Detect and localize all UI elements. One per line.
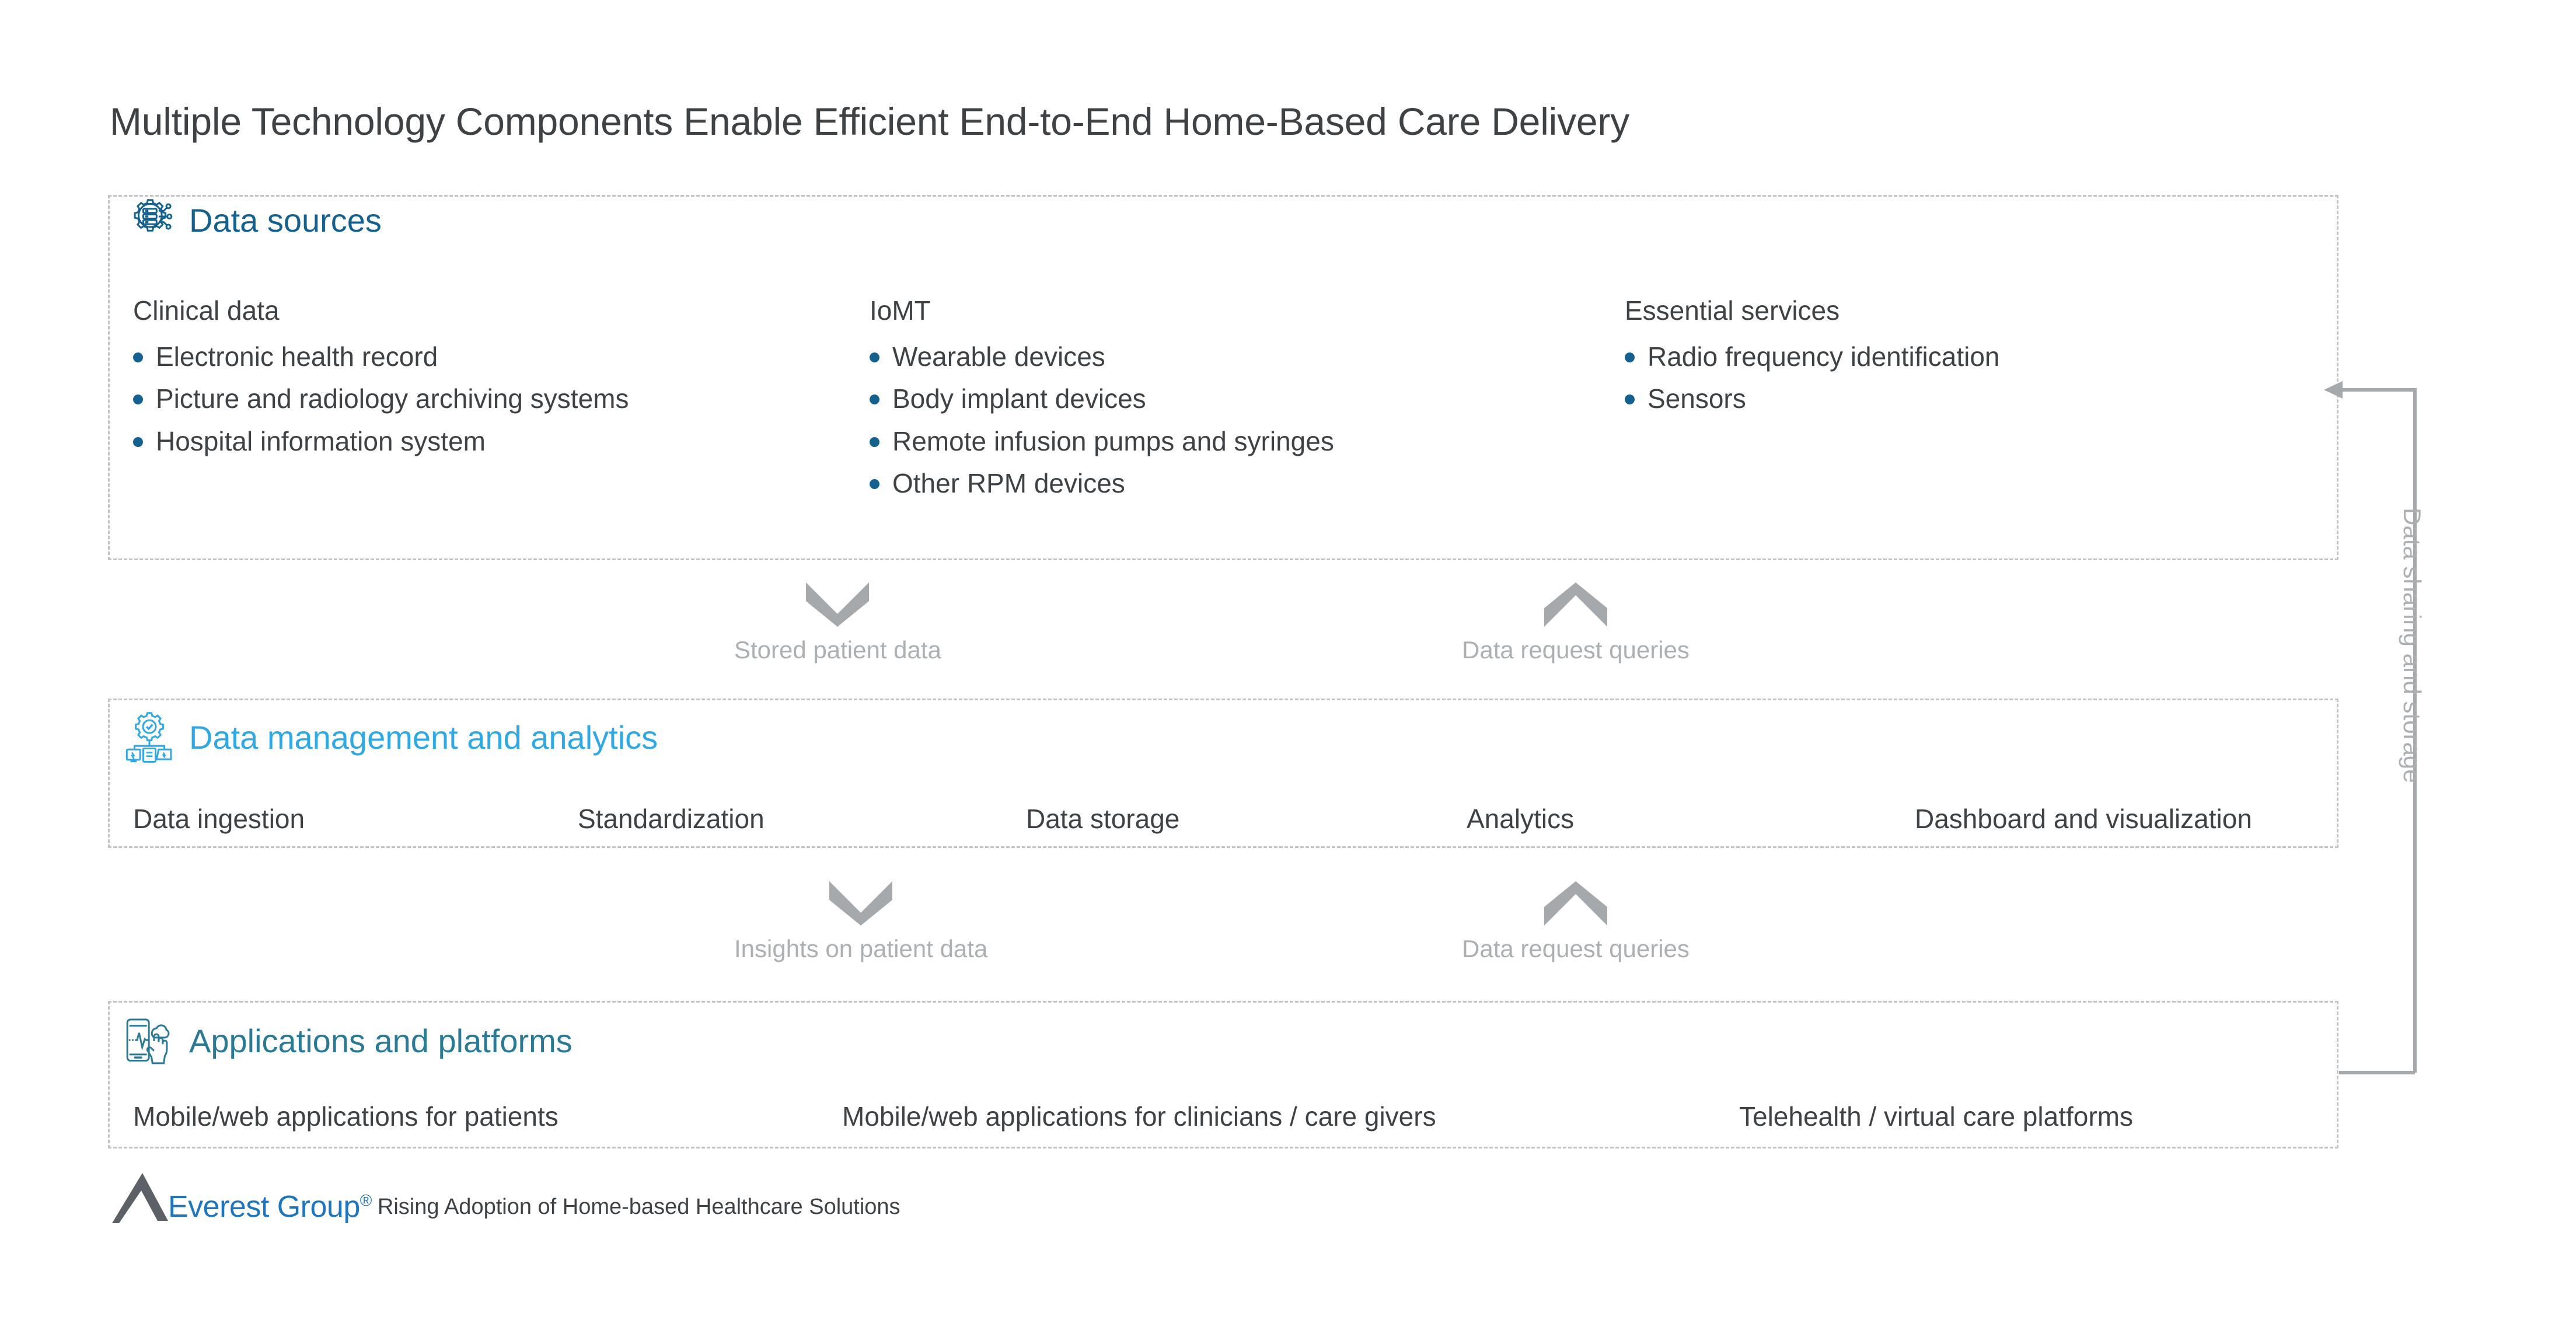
footer-note: Rising Adoption of Home-based Healthcare… <box>377 1195 900 1219</box>
column-clinical-data: Clinical data Electronic health record P… <box>133 295 629 468</box>
bullet-icon <box>870 352 879 362</box>
footer: Everest Group® Rising Adoption of Home-b… <box>112 1171 900 1224</box>
list-item: Electronic health record <box>133 341 629 372</box>
column-iomt: IoMT Wearable devices Body implant devic… <box>870 295 1334 510</box>
list-item: Standardization <box>578 804 765 834</box>
bullet-icon <box>870 479 879 490</box>
slide-canvas: Multiple Technology Components Enable Ef… <box>0 0 2576 1344</box>
list-item: Mobile/web applications for clinicians /… <box>842 1101 1436 1132</box>
mobile-vitals-touch-icon <box>124 1015 175 1067</box>
everest-group-wordmark: Everest Group® <box>168 1192 372 1222</box>
list-item: Other RPM devices <box>870 468 1334 499</box>
flow-data-request-queries-top: Data request queries <box>1462 581 1690 664</box>
page-title: Multiple Technology Components Enable Ef… <box>110 100 1629 143</box>
list-item: Body implant devices <box>870 383 1334 414</box>
bullet-icon <box>133 437 143 447</box>
column-title: IoMT <box>870 295 931 326</box>
registered-mark-icon: ® <box>359 1191 372 1210</box>
list-item: Remote infusion pumps and syringes <box>870 426 1334 457</box>
list-item: Mobile/web applications for patients <box>133 1101 559 1132</box>
flow-label: Stored patient data <box>734 636 941 664</box>
column-title: Essential services <box>1625 295 1840 326</box>
column-title: Clinical data <box>133 295 280 326</box>
gear-database-circuit-icon <box>124 195 175 246</box>
flow-insights-on-patient-data: Insights on patient data <box>734 880 987 963</box>
bullet-icon <box>870 395 879 405</box>
flow-stored-patient-data: Stored patient data <box>734 581 941 664</box>
bullet-icon <box>870 437 879 447</box>
applications-header: Applications and platforms <box>124 1015 573 1067</box>
chevron-up-icon <box>1543 581 1608 628</box>
chevron-up-icon <box>1543 880 1608 927</box>
bullet-icon <box>1625 395 1635 405</box>
list-item: Dashboard and visualization <box>1915 804 2252 834</box>
list-item: Data storage <box>1026 804 1180 834</box>
bullet-icon <box>133 395 143 405</box>
flow-label: Data request queries <box>1462 636 1690 664</box>
bullet-icon <box>133 352 143 362</box>
everest-group-logo-icon <box>112 1171 170 1224</box>
list-item: Telehealth / virtual care platforms <box>1739 1101 2133 1132</box>
gear-check-devices-icon <box>124 712 175 763</box>
data-sharing-label: Data sharing and storage <box>2399 508 2426 783</box>
flow-data-request-queries-bottom: Data request queries <box>1462 880 1690 963</box>
list-item: Hospital information system <box>133 426 629 457</box>
list-item: Wearable devices <box>870 341 1334 372</box>
data-sources-title: Data sources <box>189 202 382 239</box>
bullet-icon <box>1625 352 1635 362</box>
data-sources-header: Data sources <box>124 195 382 246</box>
flow-label: Insights on patient data <box>734 935 988 962</box>
column-essential-services: Essential services Radio frequency ident… <box>1625 295 1999 426</box>
list-item: Picture and radiology archiving systems <box>133 383 629 414</box>
applications-title: Applications and platforms <box>189 1022 573 1059</box>
chevron-down-icon <box>828 880 893 927</box>
list-item: Analytics <box>1467 804 1575 834</box>
list-item: Radio frequency identification <box>1625 341 1999 372</box>
flow-label: Data request queries <box>1462 935 1690 962</box>
data-management-title: Data management and analytics <box>189 719 658 756</box>
data-management-header: Data management and analytics <box>124 712 658 763</box>
list-item: Data ingestion <box>133 804 305 834</box>
logo-text: Everest Group <box>168 1190 360 1224</box>
chevron-down-icon <box>805 581 870 628</box>
list-item: Sensors <box>1625 383 1999 414</box>
